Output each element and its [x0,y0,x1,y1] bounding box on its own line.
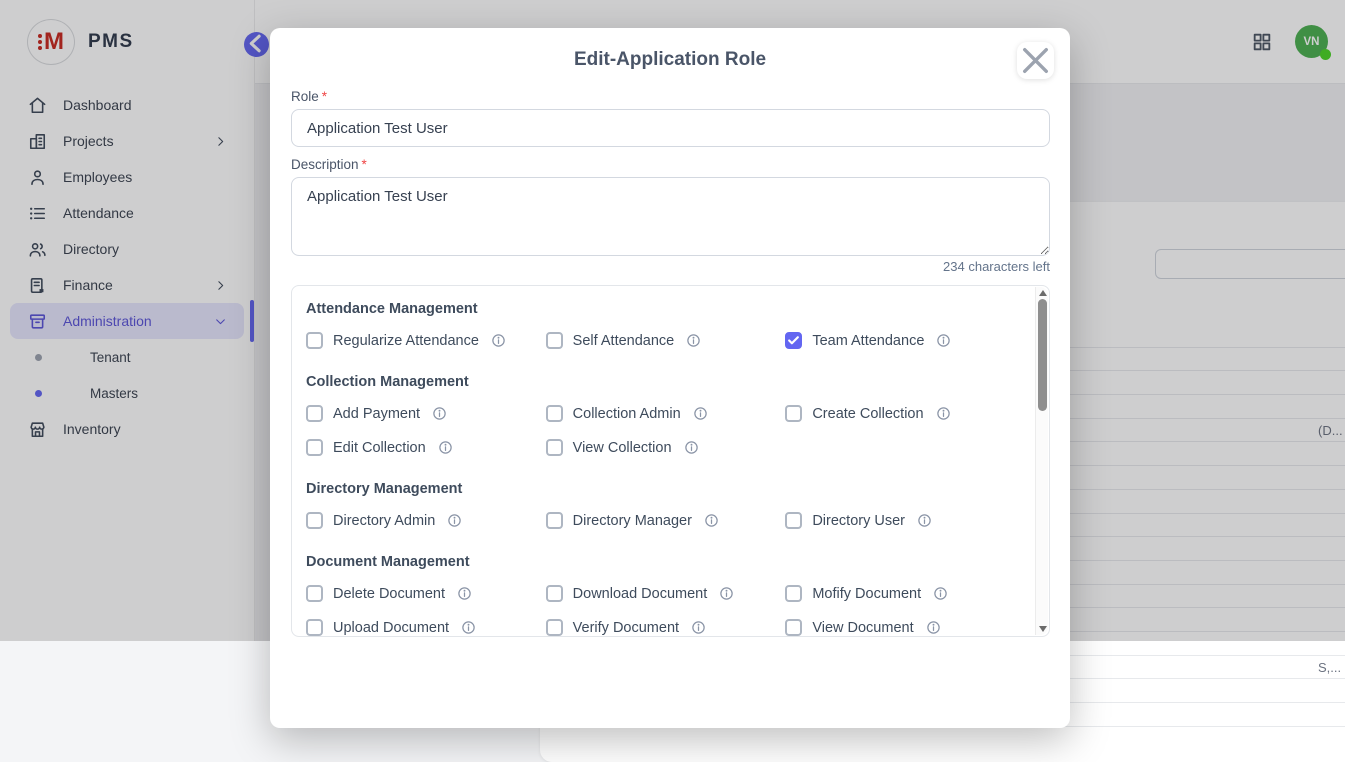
row-truncated-text: S,... [1318,660,1341,675]
checkbox[interactable] [306,585,323,602]
info-icon[interactable] [461,620,476,635]
checkbox[interactable] [785,619,802,636]
checkbox[interactable] [306,332,323,349]
scrollbar-thumb[interactable] [1038,299,1047,411]
permission-label: Edit Collection [333,440,426,456]
permission-label: Directory Manager [573,513,692,529]
permissions-scrollbar[interactable] [1035,287,1048,635]
info-icon[interactable] [936,333,951,348]
checkbox[interactable] [785,512,802,529]
scroll-up-arrow-icon[interactable] [1039,290,1047,296]
permission-group-title: Document Management [306,554,1025,570]
info-icon[interactable] [447,513,462,528]
permission-grid: Regularize Attendance Self Attendance Te… [306,332,1025,349]
checkbox[interactable] [306,619,323,636]
permission-item: View Collection [546,439,786,456]
modal-title: Edit-Application Role [270,49,1070,71]
permission-item: Directory Admin [306,512,546,529]
permission-label: Directory User [812,513,905,529]
permission-item: Collection Admin [546,405,786,422]
role-label: Role* [291,89,327,104]
permission-label: Collection Admin [573,406,681,422]
checkbox[interactable] [546,332,563,349]
info-icon[interactable] [693,406,708,421]
info-icon[interactable] [704,513,719,528]
info-icon[interactable] [457,586,472,601]
characters-left-counter: 234 characters left [943,259,1050,274]
description-textarea[interactable]: Application Test User [291,177,1050,256]
checkbox[interactable] [546,512,563,529]
checkbox[interactable] [546,619,563,636]
permission-label: Self Attendance [573,333,675,349]
permission-item: Directory Manager [546,512,786,529]
checkbox[interactable] [546,405,563,422]
permission-item: Delete Document [306,585,546,602]
permission-item: Directory User [785,512,1025,529]
permissions-panel: Attendance Management Regularize Attenda… [291,285,1050,637]
edit-application-role-modal: Edit-Application Role Role* Description*… [270,28,1070,728]
permission-item: Create Collection [785,405,1025,422]
permission-item: Team Attendance [785,332,1025,349]
required-asterisk: * [362,157,367,172]
info-icon[interactable] [933,586,948,601]
permission-label: View Collection [573,440,672,456]
permission-grid: Directory Admin Directory Manager Direct… [306,512,1025,529]
permission-item: Upload Document [306,619,546,636]
permissions-list: Attendance Management Regularize Attenda… [292,286,1035,636]
permission-label: Regularize Attendance [333,333,479,349]
permission-group-title: Attendance Management [306,301,1025,317]
required-asterisk: * [322,89,327,104]
checkbox[interactable] [306,439,323,456]
info-icon[interactable] [438,440,453,455]
info-icon[interactable] [691,620,706,635]
permission-label: Upload Document [333,620,449,636]
scroll-down-arrow-icon[interactable] [1039,626,1047,632]
checkbox[interactable] [306,405,323,422]
info-icon[interactable] [926,620,941,635]
permission-item: Self Attendance [546,332,786,349]
permission-label: Create Collection [812,406,923,422]
info-icon[interactable] [936,406,951,421]
permission-item: Download Document [546,585,786,602]
checkbox[interactable] [785,585,802,602]
info-icon[interactable] [684,440,699,455]
info-icon[interactable] [432,406,447,421]
permission-label: Add Payment [333,406,420,422]
info-icon[interactable] [917,513,932,528]
permission-label: Verify Document [573,620,679,636]
info-icon[interactable] [719,586,734,601]
description-label: Description* [291,157,367,172]
permission-item: View Document [785,619,1025,636]
permission-group-title: Directory Management [306,481,1025,497]
info-icon[interactable] [491,333,506,348]
permission-label: Directory Admin [333,513,435,529]
permission-label: Delete Document [333,586,445,602]
permission-label: Download Document [573,586,708,602]
checkbox[interactable] [546,585,563,602]
permission-grid: Add Payment Collection Admin Create Coll… [306,405,1025,456]
checkbox[interactable] [546,439,563,456]
permission-item: Add Payment [306,405,546,422]
permission-item: Verify Document [546,619,786,636]
permission-grid: Delete Document Download Document Mofify… [306,585,1025,636]
permission-item: Regularize Attendance [306,332,546,349]
info-icon[interactable] [686,333,701,348]
role-input[interactable] [291,109,1050,147]
permission-group-title: Collection Management [306,374,1025,390]
permission-item: Edit Collection [306,439,546,456]
permission-label: Mofify Document [812,586,921,602]
permission-label: View Document [812,620,913,636]
checkbox[interactable] [306,512,323,529]
permission-item: Mofify Document [785,585,1025,602]
checkbox[interactable] [785,405,802,422]
checkbox[interactable] [785,332,802,349]
permission-label: Team Attendance [812,333,924,349]
